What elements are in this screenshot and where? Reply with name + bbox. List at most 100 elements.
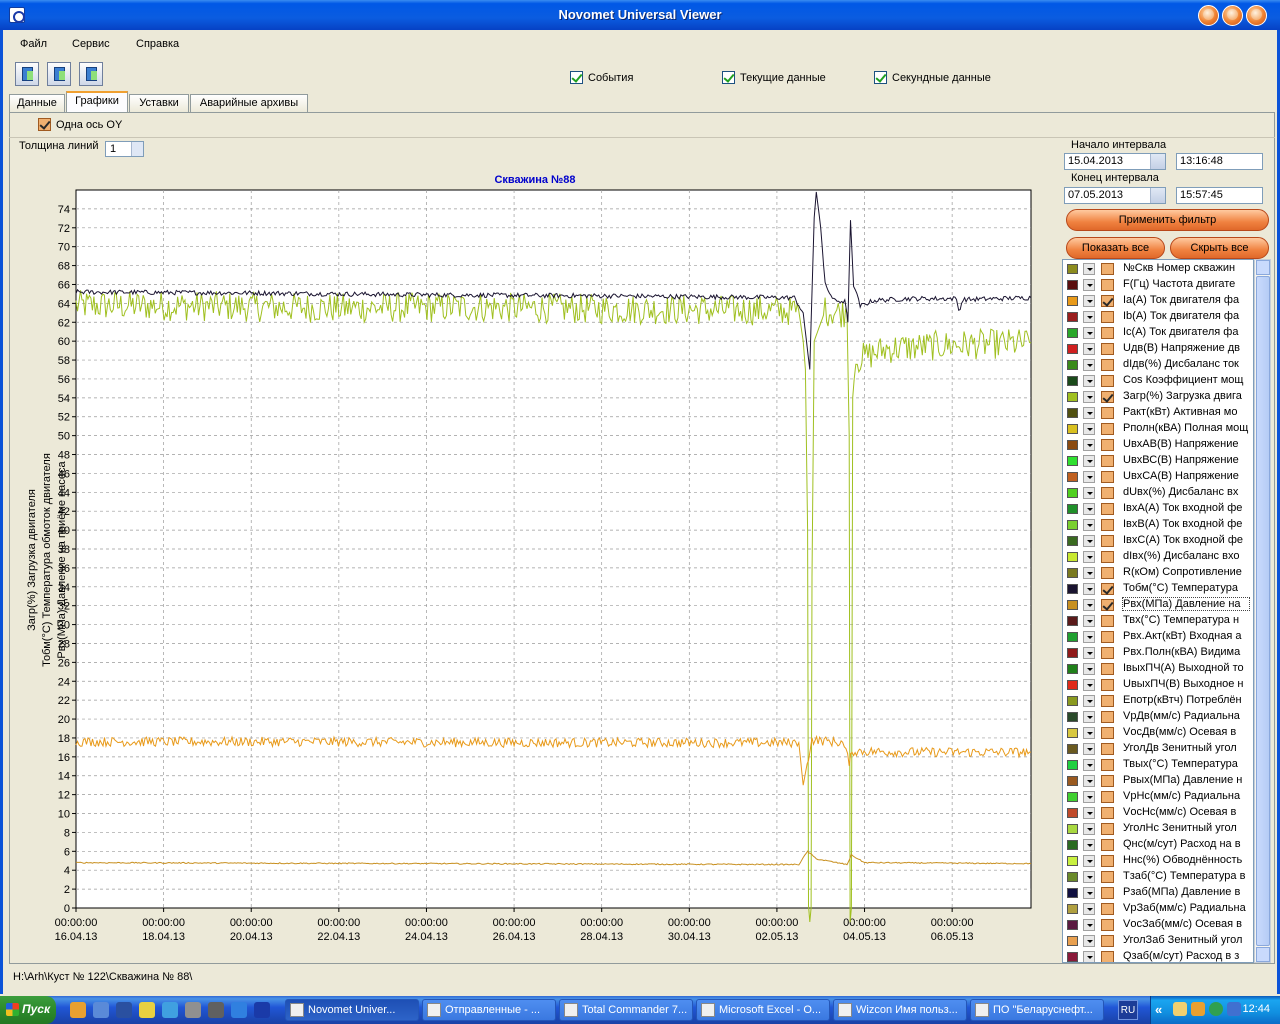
color-dropdown-icon[interactable] <box>1083 775 1095 787</box>
parameter-row[interactable]: Ракт(кВт) Активная мо <box>1063 405 1253 421</box>
series-color-swatch[interactable] <box>1067 920 1078 930</box>
maximize-button[interactable] <box>1222 5 1243 26</box>
parameter-visible-checkbox[interactable] <box>1101 327 1114 339</box>
parameter-row[interactable]: VрДв(мм/с) Радиальна <box>1063 709 1253 725</box>
tray-mail-icon[interactable] <box>1173 1002 1187 1016</box>
series-color-swatch[interactable] <box>1067 472 1078 482</box>
parameter-row[interactable]: Qнс(м/сут) Расход на в <box>1063 837 1253 853</box>
quicklaunch-novomet-icon[interactable] <box>254 1002 270 1018</box>
quicklaunch-ie-icon[interactable] <box>231 1002 247 1018</box>
parameter-visible-checkbox[interactable] <box>1101 903 1114 915</box>
parameter-row[interactable]: Тзаб(°С) Температура в <box>1063 869 1253 885</box>
parameter-visible-checkbox[interactable] <box>1101 343 1114 355</box>
color-dropdown-icon[interactable] <box>1083 935 1095 947</box>
end-date-dropdown[interactable] <box>1150 188 1165 203</box>
apply-filter-button[interactable]: Применить фильтр <box>1066 209 1269 231</box>
color-dropdown-icon[interactable] <box>1083 551 1095 563</box>
color-dropdown-icon[interactable] <box>1083 839 1095 851</box>
series-color-swatch[interactable] <box>1067 520 1078 530</box>
color-dropdown-icon[interactable] <box>1083 263 1095 275</box>
quicklaunch-tools-icon[interactable] <box>185 1002 201 1018</box>
taskbar-button[interactable]: Wizcon Имя польз... <box>833 999 967 1021</box>
color-dropdown-icon[interactable] <box>1083 887 1095 899</box>
series-color-swatch[interactable] <box>1067 344 1078 354</box>
scroll-thumb[interactable] <box>1256 276 1270 946</box>
parameter-visible-checkbox[interactable] <box>1101 359 1114 371</box>
parameter-row[interactable]: Ia(A) Ток двигателя фа <box>1063 293 1253 309</box>
series-color-swatch[interactable] <box>1067 936 1078 946</box>
parameter-visible-checkbox[interactable] <box>1101 407 1114 419</box>
series-color-swatch[interactable] <box>1067 952 1078 962</box>
parameter-visible-checkbox[interactable] <box>1101 455 1114 467</box>
quicklaunch-browser-icon[interactable] <box>93 1002 109 1018</box>
parameter-visible-checkbox[interactable] <box>1101 711 1114 723</box>
series-color-swatch[interactable] <box>1067 792 1078 802</box>
parameter-visible-checkbox[interactable] <box>1101 759 1114 771</box>
parameter-visible-checkbox[interactable] <box>1101 855 1114 867</box>
color-dropdown-icon[interactable] <box>1083 455 1095 467</box>
parameter-row[interactable]: IвыхПЧ(A) Выходной то <box>1063 661 1253 677</box>
color-dropdown-icon[interactable] <box>1083 279 1095 291</box>
tray-network-icon[interactable] <box>1227 1002 1241 1016</box>
parameter-row[interactable]: dUвх(%) Дисбаланс вх <box>1063 485 1253 501</box>
color-dropdown-icon[interactable] <box>1083 743 1095 755</box>
series-color-swatch[interactable] <box>1067 552 1078 562</box>
parameter-visible-checkbox[interactable] <box>1101 375 1114 387</box>
color-dropdown-icon[interactable] <box>1083 583 1095 595</box>
language-indicator[interactable]: RU <box>1118 1000 1138 1020</box>
start-date-dropdown[interactable] <box>1150 154 1165 169</box>
color-dropdown-icon[interactable] <box>1083 807 1095 819</box>
series-color-swatch[interactable] <box>1067 872 1078 882</box>
parameter-list-scrollbar[interactable] <box>1254 259 1271 963</box>
parameter-visible-checkbox[interactable] <box>1101 887 1114 899</box>
parameter-row[interactable]: Рвых(МПа) Давление н <box>1063 773 1253 789</box>
parameter-visible-checkbox[interactable] <box>1101 823 1114 835</box>
parameter-visible-checkbox[interactable] <box>1101 599 1114 611</box>
parameter-visible-checkbox[interactable] <box>1101 935 1114 947</box>
close-button[interactable] <box>1246 5 1267 26</box>
color-dropdown-icon[interactable] <box>1083 647 1095 659</box>
series-color-swatch[interactable] <box>1067 728 1078 738</box>
color-dropdown-icon[interactable] <box>1083 519 1095 531</box>
color-dropdown-icon[interactable] <box>1083 471 1095 483</box>
parameter-visible-checkbox[interactable] <box>1101 535 1114 547</box>
parameter-visible-checkbox[interactable] <box>1101 279 1114 291</box>
color-dropdown-icon[interactable] <box>1083 439 1095 451</box>
color-dropdown-icon[interactable] <box>1083 343 1095 355</box>
parameter-visible-checkbox[interactable] <box>1101 631 1114 643</box>
parameter-visible-checkbox[interactable] <box>1101 519 1114 531</box>
series-color-swatch[interactable] <box>1067 456 1078 466</box>
show-all-button[interactable]: Показать все <box>1066 237 1165 259</box>
quicklaunch-save-icon[interactable] <box>116 1002 132 1018</box>
series-color-swatch[interactable] <box>1067 536 1078 546</box>
series-color-swatch[interactable] <box>1067 296 1078 306</box>
tray-clock-icon[interactable] <box>1191 1002 1205 1016</box>
series-color-swatch[interactable] <box>1067 776 1078 786</box>
end-time-field[interactable]: 15:57:45 <box>1176 187 1263 204</box>
parameter-visible-checkbox[interactable] <box>1101 775 1114 787</box>
series-color-swatch[interactable] <box>1067 824 1078 834</box>
color-dropdown-icon[interactable] <box>1083 871 1095 883</box>
parameter-visible-checkbox[interactable] <box>1101 263 1114 275</box>
parameter-visible-checkbox[interactable] <box>1101 391 1114 403</box>
series-color-swatch[interactable] <box>1067 648 1078 658</box>
series-color-swatch[interactable] <box>1067 504 1078 514</box>
series-color-swatch[interactable] <box>1067 664 1078 674</box>
quicklaunch-network-icon[interactable] <box>162 1002 178 1018</box>
parameter-row[interactable]: Рзаб(МПа) Давление в <box>1063 885 1253 901</box>
tray-expand-icon[interactable]: « <box>1155 1002 1162 1017</box>
color-dropdown-icon[interactable] <box>1083 567 1095 579</box>
parameter-row[interactable]: Твх(°С) Температура н <box>1063 613 1253 629</box>
parameter-row[interactable]: dIвх(%) Дисбаланс вхо <box>1063 549 1253 565</box>
parameter-row[interactable]: UвхСА(В) Напряжение <box>1063 469 1253 485</box>
quicklaunch-settings-icon[interactable] <box>208 1002 224 1018</box>
parameter-visible-checkbox[interactable] <box>1101 663 1114 675</box>
color-dropdown-icon[interactable] <box>1083 295 1095 307</box>
series-color-swatch[interactable] <box>1067 856 1078 866</box>
series-color-swatch[interactable] <box>1067 328 1078 338</box>
parameter-row[interactable]: №Скв Номер скважин <box>1063 261 1253 277</box>
parameter-row[interactable]: Епотр(кВтч) Потреблён <box>1063 693 1253 709</box>
series-color-swatch[interactable] <box>1067 712 1078 722</box>
color-dropdown-icon[interactable] <box>1083 359 1095 371</box>
parameter-visible-checkbox[interactable] <box>1101 423 1114 435</box>
